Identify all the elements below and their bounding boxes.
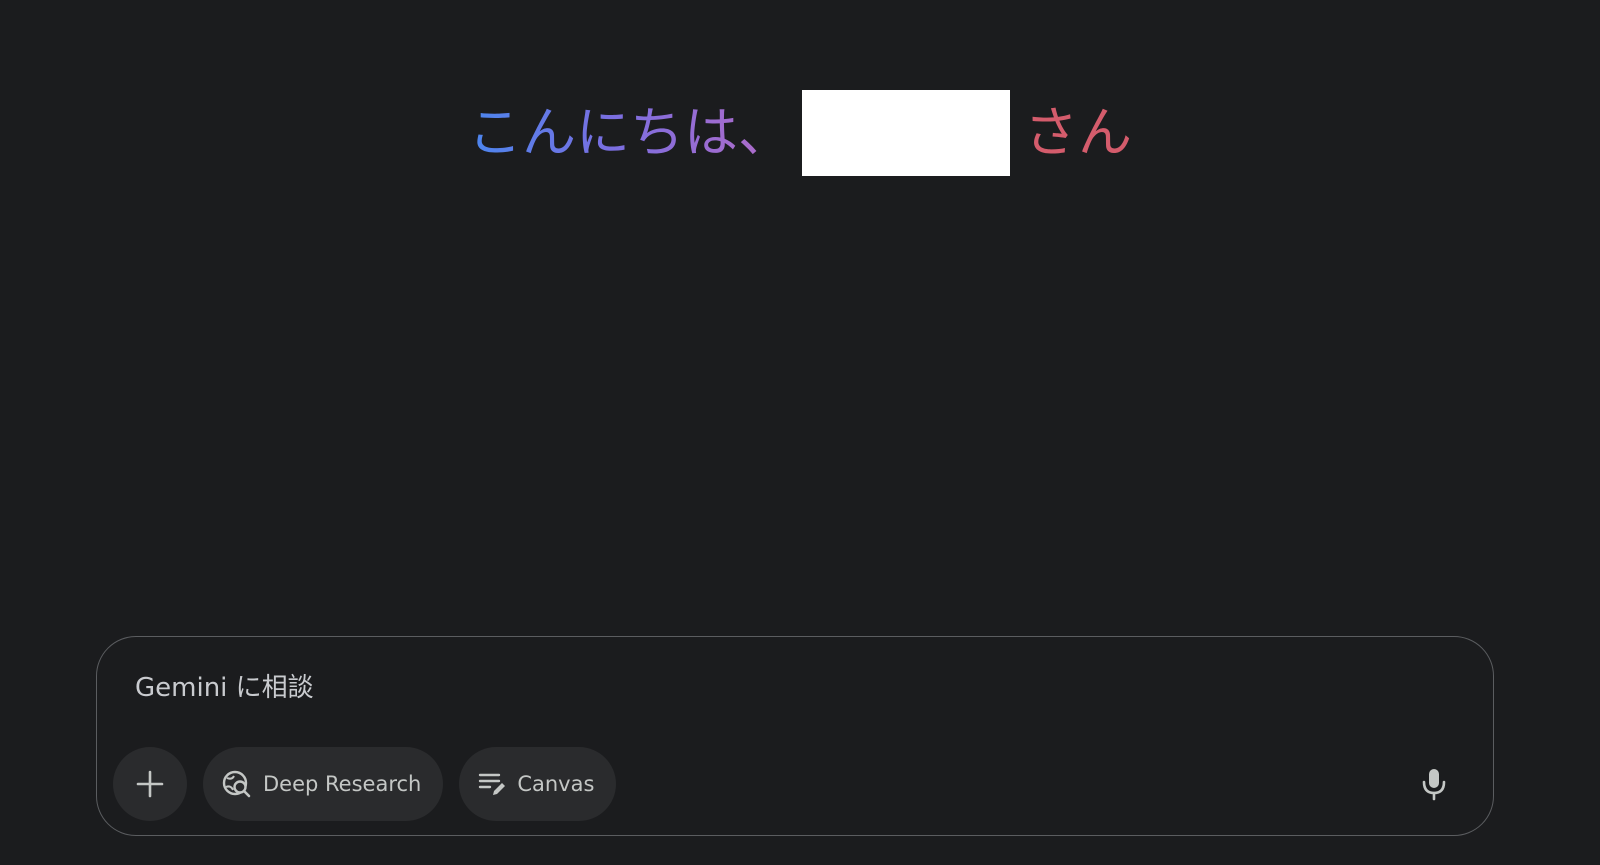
canvas-button[interactable]: Canvas	[459, 747, 617, 821]
greeting-prefix: こんにちは、	[468, 101, 792, 164]
canvas-label: Canvas	[517, 772, 595, 796]
microphone-icon	[1421, 767, 1447, 801]
greeting-heading: こんにちは、 さん	[0, 88, 1600, 178]
deep-research-icon	[221, 768, 253, 800]
canvas-icon	[477, 769, 507, 799]
add-button[interactable]	[113, 747, 187, 821]
plus-icon	[135, 769, 165, 799]
deep-research-button[interactable]: Deep Research	[203, 747, 444, 821]
microphone-button[interactable]	[1397, 747, 1471, 821]
greeting-suffix: さん	[1024, 101, 1132, 164]
prompt-composer: Deep Research Canvas	[96, 636, 1494, 836]
composer-toolbar: Deep Research Canvas	[113, 747, 617, 821]
gemini-home: こんにちは、 さん Gemini に相談 Deep Research Canva…	[0, 0, 1600, 865]
redacted-user-name	[802, 90, 1010, 176]
prompt-input[interactable]	[135, 673, 1435, 703]
deep-research-label: Deep Research	[263, 772, 422, 796]
